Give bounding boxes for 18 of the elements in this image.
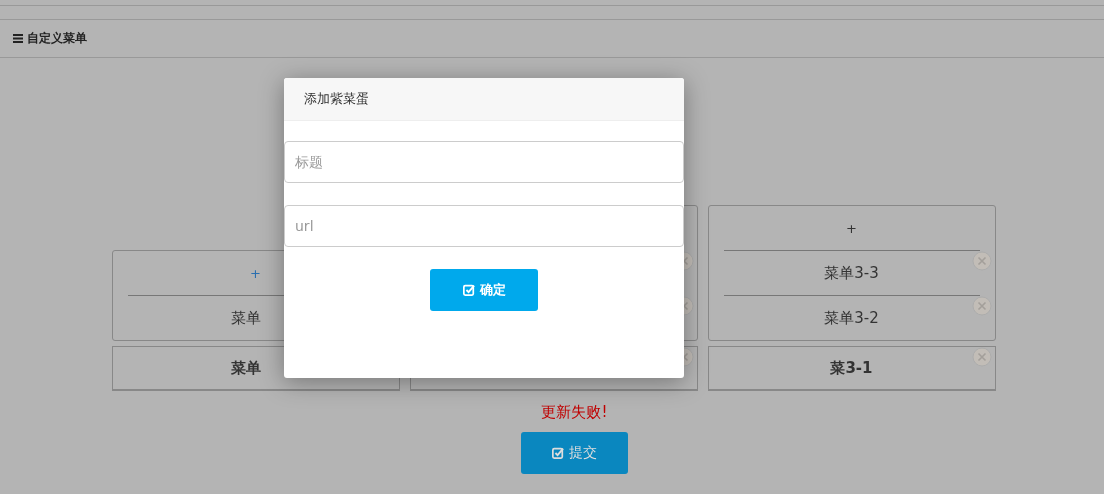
menu-label[interactable]: 菜单 bbox=[230, 358, 281, 378]
submenu-item[interactable]: 菜单3-3 bbox=[824, 263, 879, 283]
error-message: 更新失败! bbox=[540, 403, 609, 422]
add-link[interactable]: + bbox=[846, 220, 857, 236]
input-field[interactable]: 标题 bbox=[284, 141, 684, 183]
close-icon[interactable] bbox=[971, 251, 992, 271]
input-field[interactable]: url bbox=[284, 205, 684, 247]
close-icon[interactable] bbox=[971, 347, 992, 367]
close-icon[interactable] bbox=[971, 296, 992, 316]
panel-title: 自定义菜单 bbox=[27, 30, 87, 47]
submenu-item[interactable]: 菜单 bbox=[230, 308, 281, 328]
check-icon bbox=[462, 284, 475, 296]
menu-icon bbox=[13, 34, 23, 43]
check-icon bbox=[552, 447, 564, 459]
dialog-title: 添加紫菜蛋 bbox=[304, 90, 369, 108]
submenu-item[interactable]: 菜单3-2 bbox=[824, 308, 879, 328]
menu-label[interactable]: 菜3-1 bbox=[830, 358, 873, 378]
submit-button[interactable]: 提交 bbox=[521, 432, 628, 474]
